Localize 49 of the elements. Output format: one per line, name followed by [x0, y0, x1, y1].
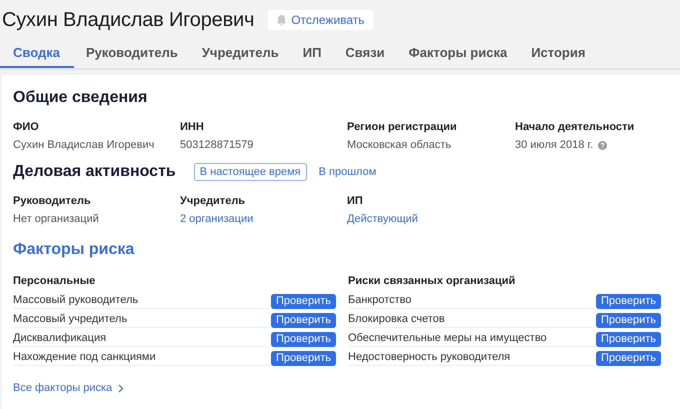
field-value: Московская область — [347, 139, 452, 151]
risk-label: Недостоверность руководителя — [348, 350, 510, 362]
group-title: Персональные — [13, 275, 96, 287]
field-label: Учредитель — [180, 195, 246, 207]
check-button[interactable]: Проверить — [270, 350, 336, 366]
check-button[interactable]: Проверить — [270, 294, 336, 308]
field-value: 30 июля 2018 г. — [515, 139, 594, 151]
field-label: ФИО — [13, 121, 39, 133]
tab[interactable]: Сводка — [0, 39, 74, 68]
field-label: ИП — [347, 195, 363, 207]
field-label: Начало деятельности — [515, 121, 634, 133]
chevron-right-icon — [118, 384, 124, 392]
check-button[interactable]: Проверить — [596, 312, 661, 328]
person-name: Сухин Владислав Игоревич — [2, 8, 254, 32]
all-risks-link[interactable]: Все факторы риска — [13, 382, 112, 394]
check-button[interactable]: Проверить — [270, 332, 336, 346]
help-icon[interactable] — [598, 140, 608, 150]
tab[interactable]: Факторы риска — [396, 39, 520, 68]
section-title: Факторы риска — [13, 241, 136, 259]
follow-button[interactable]: Отслеживать — [268, 10, 373, 30]
field-value: Сухин Владислав Игоревич — [13, 139, 154, 151]
risk-label: Обеспечительные меры на имущество — [348, 332, 547, 344]
tab[interactable]: Руководитель — [74, 39, 190, 68]
check-button[interactable]: Проверить — [596, 350, 661, 366]
risk-label: Массовый учредитель — [13, 312, 128, 324]
field-value: 503128871579 — [180, 139, 254, 151]
section-title: Общие сведения — [13, 89, 148, 107]
check-button[interactable]: Проверить — [596, 332, 661, 346]
field-link[interactable]: Действующий — [347, 213, 418, 225]
group-title: Риски связанных организаций — [348, 275, 516, 287]
tab[interactable]: Связи — [333, 39, 397, 68]
risk-label: Блокировка счетов — [348, 312, 445, 324]
tab[interactable]: Учредитель — [190, 39, 291, 68]
risk-label: Банкротство — [348, 294, 412, 306]
field-label: Регион регистрации — [347, 121, 457, 133]
check-button[interactable]: Проверить — [270, 312, 336, 328]
field-link[interactable]: 2 организации — [180, 213, 254, 225]
field-value: Нет организаций — [13, 213, 99, 225]
tab[interactable]: История — [519, 39, 598, 68]
period-toggle[interactable]: В настоящее время — [194, 163, 307, 181]
tab[interactable]: ИП — [290, 39, 334, 68]
bell-icon — [276, 14, 288, 26]
field-label: Руководитель — [13, 195, 91, 207]
field-label: ИНН — [180, 121, 204, 133]
risk-label: Массовый руководитель — [13, 294, 138, 306]
section-title: Деловая активность — [13, 163, 176, 181]
risk-label: Нахождение под санкциями — [13, 350, 156, 362]
check-button[interactable]: Проверить — [596, 294, 661, 308]
risk-label: Дисквалификация — [13, 332, 106, 344]
